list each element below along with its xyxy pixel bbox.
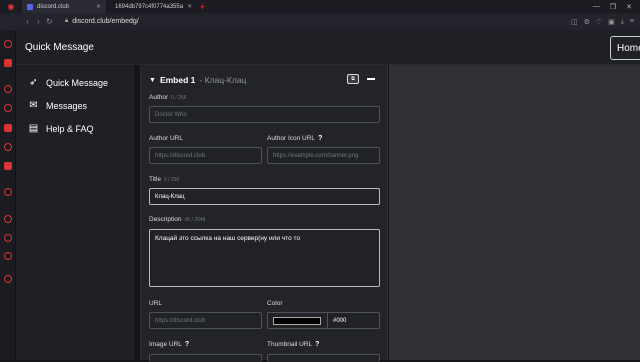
char-count: 45 / 2048 — [184, 217, 206, 223]
menu-icon[interactable]: ≡ — [630, 18, 634, 26]
tab-title: discord.club — [37, 3, 70, 10]
nav-item-label: Messages — [46, 100, 88, 111]
author-icon-url-label: Author Icon URL? — [267, 135, 323, 142]
title-label: Title 9 / 256 — [149, 176, 180, 183]
browser-sidebar — [0, 30, 16, 360]
cube-icon[interactable]: ▣ — [608, 18, 615, 26]
minimize-button[interactable]: — — [593, 3, 600, 11]
color-swatch[interactable] — [273, 316, 321, 325]
help-icon[interactable]: ? — [315, 341, 319, 348]
messages-icon: ✉ — [29, 100, 38, 111]
chevron-down-icon[interactable]: ▼ — [149, 77, 156, 84]
hexagon-icon[interactable] — [4, 252, 12, 260]
url-field[interactable]: discord.club/embedg/ — [72, 18, 139, 25]
help-icon[interactable]: ? — [318, 135, 322, 142]
char-count: 9 / 256 — [164, 177, 180, 183]
app-header: Quick Message Home — [16, 30, 640, 65]
description-textarea[interactable]: Клацай это ссылка на наш сервер(ну или ч… — [149, 229, 380, 287]
nav-item-quick-message[interactable]: ➶ Quick Message — [28, 77, 108, 88]
embed-preview-area — [389, 65, 640, 360]
discord-favicon-icon — [27, 3, 33, 10]
nav-item-messages[interactable]: ✉ Messages — [28, 100, 87, 111]
app-sidebar: ➶ Quick Message ✉ Messages ▤ Help & FAQ — [16, 65, 134, 360]
window-controls: — ❐ ✕ — [593, 3, 640, 11]
image-url-field[interactable] — [149, 354, 262, 362]
description-label: Description 45 / 2048 — [149, 216, 206, 223]
url-field[interactable]: https://discord.club — [149, 312, 262, 329]
thumbnail-url-label: Thumbnail URL? — [267, 341, 320, 348]
download-icon[interactable]: ⤓ — [621, 18, 624, 26]
color-hex-value[interactable]: #000 — [333, 318, 346, 324]
browser-logo-icon[interactable]: ◉ — [0, 0, 22, 13]
discord-icon[interactable] — [4, 124, 12, 132]
cube-sidebar-icon[interactable] — [4, 234, 12, 242]
author-icon-url-field[interactable]: https://example.com/banner.png — [267, 147, 380, 164]
help-icon[interactable]: ? — [185, 341, 189, 348]
close-tab-icon[interactable]: ✕ — [187, 3, 192, 10]
embed-header[interactable]: ▼ Embed 1 - Клац-Клац — [149, 75, 246, 85]
page-title: Quick Message — [25, 42, 94, 53]
embed-editor: ▼ Embed 1 - Клац-Клац ⧉ Author 0 / 256 Do… — [140, 65, 388, 362]
clock-icon[interactable] — [4, 215, 12, 223]
close-tab-icon[interactable]: ✕ — [96, 3, 101, 10]
player-icon[interactable] — [4, 162, 12, 170]
back-icon[interactable]: ‹ — [22, 17, 33, 26]
nav-item-label: Help & FAQ — [46, 123, 94, 134]
nav-item-help[interactable]: ▤ Help & FAQ — [28, 123, 94, 134]
nav-item-label: Quick Message — [46, 77, 109, 88]
browser-tab-bar: ◉ discord.club ✕ 1694db797c4f0774a355a ✕… — [0, 0, 640, 13]
heart-icon[interactable]: ♡ — [596, 18, 602, 26]
title-field[interactable]: Клац-Клац — [149, 188, 380, 205]
close-window-button[interactable]: ✕ — [626, 3, 632, 11]
messenger-icon[interactable] — [4, 85, 12, 93]
gear-icon[interactable] — [4, 275, 12, 283]
instagram-icon[interactable] — [4, 143, 12, 151]
bag-icon[interactable] — [4, 59, 12, 67]
embed-subtitle: - Клац-Клац — [199, 75, 247, 85]
settings-icon[interactable]: ⚙ — [584, 18, 590, 26]
url-label: URL — [149, 300, 163, 307]
rocket-icon: ➶ — [29, 77, 38, 88]
home-button[interactable]: Home — [610, 36, 640, 60]
embed-title: Embed 1 — [159, 75, 196, 85]
thumbnail-url-field[interactable] — [267, 354, 380, 362]
maximize-button[interactable]: ❐ — [610, 3, 616, 11]
tab-second[interactable]: 1694db797c4f0774a355a ✕ — [106, 0, 196, 13]
book-icon: ▤ — [28, 123, 39, 134]
divider — [327, 313, 328, 328]
image-url-label: Image URL? — [149, 341, 190, 348]
author-url-field[interactable]: https://discord.club — [149, 147, 262, 164]
author-field[interactable]: Doctor Who — [149, 106, 380, 123]
lock-icon: 🔒︎ — [65, 18, 69, 24]
reload-icon[interactable]: ↻ — [44, 17, 55, 26]
author-url-label: Author URL — [149, 135, 183, 142]
address-bar-actions: ◫ ⚙ ♡ ▣ ⤓ ≡ — [571, 18, 640, 26]
author-label: Author 0 / 256 — [149, 94, 187, 101]
color-picker[interactable]: #000 — [267, 312, 380, 329]
embed-actions: ⧉ — [347, 74, 375, 84]
collapse-icon[interactable] — [367, 78, 375, 80]
camera-icon[interactable]: ◫ — [571, 18, 578, 26]
tab-title: 1694db797c4f0774a355a — [115, 3, 184, 10]
address-bar: ‹ › ↻ 🔒︎ discord.club/embedg/ ◫ ⚙ ♡ ▣ ⤓ … — [0, 13, 640, 30]
twitch-icon[interactable] — [4, 104, 12, 112]
new-tab-button[interactable]: + — [200, 2, 205, 12]
char-count: 0 / 256 — [171, 95, 187, 101]
copy-icon[interactable]: ⧉ — [347, 74, 359, 84]
color-label: Color — [267, 300, 283, 307]
forward-icon[interactable]: › — [33, 17, 44, 26]
speed-dial-icon[interactable] — [4, 40, 12, 48]
history-icon[interactable] — [4, 188, 12, 196]
tab-discord-club[interactable]: discord.club ✕ — [22, 0, 106, 13]
